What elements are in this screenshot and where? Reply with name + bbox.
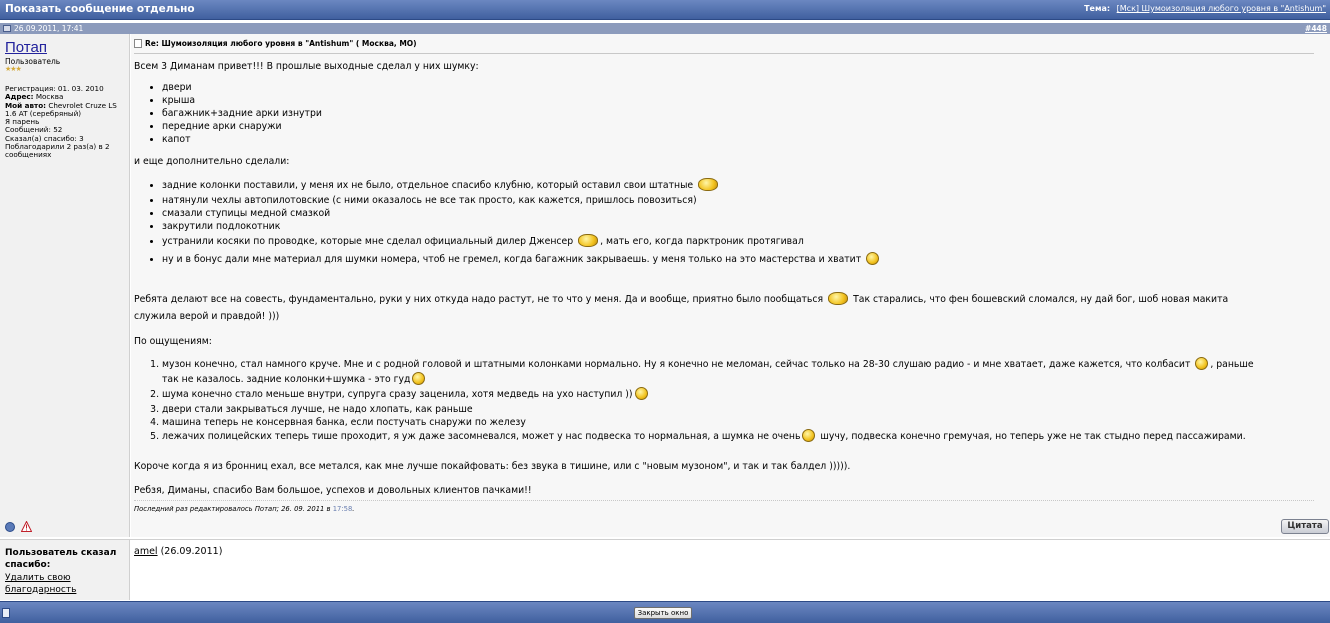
thanks-sidebar: Пользователь сказал спасибо: Удалить сво… bbox=[0, 540, 130, 600]
thanks-date: (26.09.2011) bbox=[160, 546, 223, 557]
angry-smiley-icon bbox=[578, 234, 599, 247]
post-title: Re: Шумоизоляция любого уровня в "Antish… bbox=[134, 39, 417, 48]
report-warning-icon[interactable] bbox=[21, 521, 32, 532]
list-item: капот bbox=[162, 133, 322, 146]
list-item: машина теперь не консервная банка, если … bbox=[162, 416, 1254, 429]
edit-divider bbox=[134, 500, 1314, 501]
window-header: Показать сообщение отдельно Тема: [Мск] … bbox=[0, 0, 1330, 20]
author-info: Регистрация: 01. 03. 2010 Адрес: Москва … bbox=[5, 84, 127, 160]
window-footer: Закрыть окно bbox=[0, 601, 1330, 623]
extra-intro: и еще дополнительно сделали: bbox=[134, 156, 290, 167]
list-item: шума конечно стало меньше внутри, супруг… bbox=[162, 387, 1254, 403]
para-1-line-1: Ребята делают все на совесть, фундамента… bbox=[134, 292, 1229, 305]
quote-button[interactable]: Цитата bbox=[1281, 519, 1329, 534]
list-item: двери bbox=[162, 81, 322, 94]
author-thanks-received: Поблагодарили 2 раз(а) в 2 сообщениях bbox=[5, 142, 110, 160]
rank-stars-icon: ★★★ bbox=[5, 65, 22, 73]
list-item: лежачих полицейских теперь тише проходит… bbox=[162, 429, 1254, 444]
list-item: двери стали закрываться лучше, не надо х… bbox=[162, 403, 1254, 416]
work-list: двери крыша багажник+задние арки изнутри… bbox=[134, 81, 322, 146]
dizzy-smiley-icon bbox=[1195, 357, 1209, 370]
extra-list: задние колонки поставили, у меня их не б… bbox=[134, 178, 881, 269]
list-item: музон конечно, стал намного круче. Мне и… bbox=[162, 357, 1254, 387]
footer-corner-icon bbox=[2, 608, 10, 618]
post-date-bar: 26.09.2011, 17:41 #448 bbox=[0, 23, 1330, 34]
online-status-icon bbox=[5, 522, 15, 532]
thanks-header: Пользователь сказал спасибо: bbox=[5, 548, 117, 570]
feel-list: музон конечно, стал намного круче. Мне и… bbox=[134, 357, 1254, 444]
list-item: устранили косяки по проводке, которые мн… bbox=[162, 233, 881, 251]
title-divider bbox=[134, 53, 1314, 54]
post-date: 26.09.2011, 17:41 bbox=[14, 24, 84, 33]
thanks-user-link[interactable]: amel bbox=[134, 546, 158, 557]
thumbs-up-smiley-icon bbox=[412, 372, 426, 385]
wink-smiley-icon bbox=[634, 387, 648, 400]
close-window-button[interactable]: Закрыть окно bbox=[634, 607, 692, 619]
edit-note: Последний раз редактировалось Потап; 26.… bbox=[134, 505, 355, 513]
thread-link[interactable]: [Мск] Шумоизоляция любого уровня в "Anti… bbox=[1117, 4, 1326, 13]
list-item: натянули чехлы автопилотовские (с ними о… bbox=[162, 194, 881, 207]
thread-info: Тема: [Мск] Шумоизоляция любого уровня в… bbox=[1084, 4, 1326, 13]
list-item: закрутили подлокотник bbox=[162, 220, 881, 233]
post-number-link[interactable]: #448 bbox=[1305, 24, 1327, 33]
grin-smiley-icon bbox=[802, 429, 816, 442]
author-username[interactable]: Потап bbox=[5, 39, 47, 56]
remove-thanks-link[interactable]: Удалить свою благодарность bbox=[5, 573, 129, 596]
post-status-icon bbox=[3, 25, 11, 32]
edit-time: 17:58 bbox=[332, 505, 353, 513]
post-content: Re: Шумоизоляция любого уровня в "Antish… bbox=[131, 34, 1330, 537]
list-item: багажник+задние арки изнутри bbox=[162, 107, 322, 120]
para-2: Короче когда я из бронниц ехал, все мета… bbox=[134, 461, 851, 472]
list-item: смазали ступицы медной смазкой bbox=[162, 207, 881, 220]
laughing-smiley-icon bbox=[698, 178, 719, 191]
list-item: крыша bbox=[162, 94, 322, 107]
smile-smiley-icon bbox=[866, 252, 880, 265]
para-1-line-2: служила верой и правдой! ))) bbox=[134, 311, 280, 322]
thread-label: Тема: bbox=[1084, 4, 1111, 13]
reg-date: 01. 03. 2010 bbox=[57, 84, 104, 93]
list-item: задние колонки поставили, у меня их не б… bbox=[162, 178, 881, 194]
window-title: Показать сообщение отдельно bbox=[5, 3, 195, 15]
author-sidebar: Потап Пользователь ★★★ Регистрация: 01. … bbox=[0, 34, 130, 537]
feel-intro: По ощущениям: bbox=[134, 336, 212, 347]
list-item: ну и в бонус дали мне материал для шумки… bbox=[162, 251, 881, 269]
thanks-section: Пользователь сказал спасибо: Удалить сво… bbox=[0, 539, 1330, 600]
post-intro: Всем 3 Диманам привет!!! В прошлые выход… bbox=[134, 61, 479, 72]
post-doc-icon bbox=[134, 39, 142, 48]
laughing-smiley-icon bbox=[828, 292, 849, 305]
list-item: передние арки снаружи bbox=[162, 120, 322, 133]
thanks-list: amel (26.09.2011) bbox=[134, 546, 222, 557]
para-3: Ребзя, Диманы, спасибо Вам большое, успе… bbox=[134, 485, 532, 496]
